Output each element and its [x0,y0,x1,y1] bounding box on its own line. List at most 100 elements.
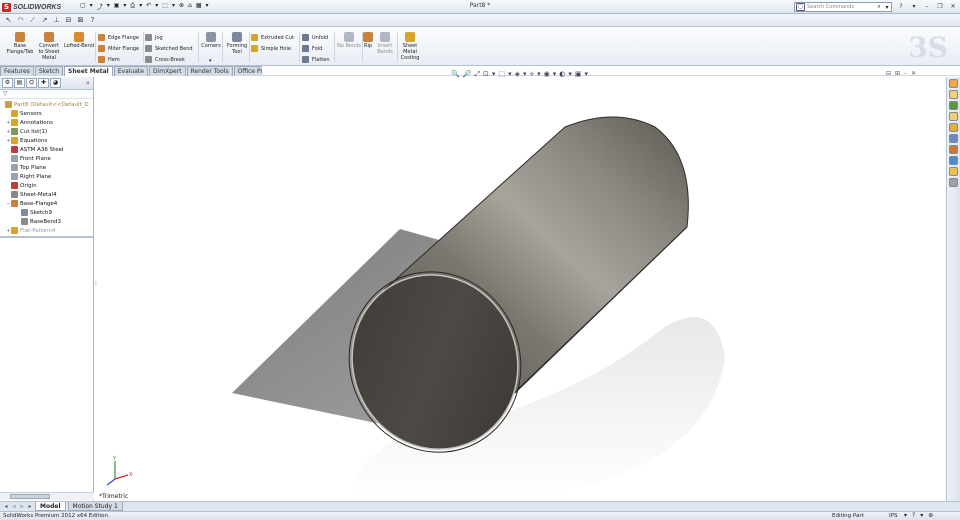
cmd-rip-button[interactable]: Rip [362,32,374,49]
heads-up-icon[interactable]: ▾ [568,70,572,80]
task-pane-icon[interactable] [949,156,958,165]
window-control-icon[interactable]: ❐ [935,2,945,11]
cmd-jog-button[interactable]: Jog [145,33,163,42]
tab-nav-icon[interactable]: ▸ [27,503,33,510]
heads-up-icon[interactable]: ▾ [537,70,541,80]
cmd-sheet-metal-costing-button[interactable]: Sheet Metal Costing [398,32,422,61]
tab-features[interactable]: Features [0,66,34,76]
task-pane-icon[interactable] [949,178,958,187]
tab-evaluate[interactable]: Evaluate [113,66,148,76]
tree-item[interactable]: − Base-Flange4 [0,199,93,208]
graphics-area[interactable]: Y X *Trimetric [95,77,946,501]
heads-up-icon[interactable]: ⤢ [474,70,480,80]
cmd-forming-tool-button[interactable]: Forming Tool [225,32,249,55]
window-control-icon[interactable]: – [922,2,932,11]
corners-dropdown-icon[interactable]: ▾ [209,56,212,65]
panel-tab-icon[interactable]: ⚙ [2,78,13,88]
toolbar-icon[interactable]: ◠ [16,16,25,24]
tree-item[interactable]: + Cut list(1) [0,127,93,136]
toolbar-icon[interactable]: ⟋ [28,16,37,25]
cmd-corners-button[interactable]: Corners [199,32,223,49]
tree-item[interactable]: Sensors [0,109,93,118]
tab-nav-icon[interactable]: ◃ [11,503,17,510]
search-scope-icon[interactable]: ▢ [796,3,805,11]
toolbar-icon[interactable]: ↗ [40,16,49,24]
heads-up-icon[interactable]: ◈ [515,70,520,80]
cmd-cross-break-button[interactable]: Cross-Break [145,55,185,64]
horizontal-scrollbar[interactable] [0,492,94,500]
scrollbar-thumb[interactable] [10,494,50,499]
cmd-sketched-bend-button[interactable]: Sketched Bend [145,44,193,53]
cmd-insert-bends-button[interactable]: Insert Bends [376,32,394,55]
tab-sheet-metal[interactable]: Sheet Metal [64,66,113,76]
tree-item[interactable]: Top Plane [0,163,93,172]
panel-collapse-handle[interactable]: ⁝ [95,280,99,290]
tree-item[interactable]: Origin [0,181,93,190]
viewport-control-icon[interactable]: – [904,70,907,77]
tree-item[interactable]: Part8 (Default<<Default_D [0,100,93,109]
cmd-convert-to-sheet-metal-button[interactable]: Convert to Sheet Metal [36,32,62,61]
cmd-edge-flange-button[interactable]: Edge Flange [98,33,139,42]
search-commands[interactable]: ▢ Search Commands ⌕ ▾ [794,2,892,12]
window-control-icon[interactable]: ▾ [909,2,919,11]
task-pane-icon[interactable] [949,145,958,154]
search-icon[interactable]: ⌕ [875,3,883,11]
toolbar-icon[interactable]: ⊠ [76,16,85,24]
panel-tab-icon[interactable]: ▤ [14,78,25,88]
viewport-control-icon[interactable]: ⊞ [895,70,900,77]
heads-up-icon[interactable]: ◐ [559,70,565,80]
bottom-tab-model[interactable]: Model [35,502,66,511]
heads-up-icon[interactable]: ◉ [544,70,550,80]
tree-item[interactable]: + Equations [0,136,93,145]
units-indicator[interactable]: IPS [889,513,897,519]
panel-tab-icon[interactable]: ✚ [38,78,49,88]
heads-up-icon[interactable]: ⟡ [529,70,534,80]
toolbar-icon[interactable]: ↖ [4,16,13,24]
heads-up-icon[interactable]: ▣ [575,70,582,80]
tree-item[interactable]: + Flat-Pattern4 [0,226,93,235]
status-icon[interactable]: ? [912,512,915,519]
cmd-simple-hole-button[interactable]: Simple Hole [251,44,291,53]
tree-item[interactable]: Sketch9 [0,208,93,217]
heads-up-icon[interactable]: ⊡ [483,70,489,80]
viewport-control-icon[interactable]: ✕ [911,70,916,77]
panel-tab-icon[interactable]: ⛭ [26,78,37,88]
cmd-no-bends-button[interactable]: No Bends [336,32,362,49]
viewport-control-icon[interactable]: ⊟ [886,70,891,77]
cmd-fold-button[interactable]: Fold [302,44,322,53]
tab-sketch[interactable]: Sketch [34,66,64,76]
panel-more-icon[interactable]: » [86,79,90,87]
task-pane-icon[interactable] [949,123,958,132]
toolbar-icon[interactable]: ⊟ [64,16,73,24]
task-pane-icon[interactable] [949,90,958,99]
heads-up-icon[interactable]: ▾ [492,70,496,80]
heads-up-icon[interactable]: ▾ [523,70,527,80]
toolbar-icon[interactable]: ? [88,16,97,24]
heads-up-icon[interactable]: 🔍 [451,70,460,80]
tab-dimxpert[interactable]: DimXpert [148,66,186,76]
cmd-flatten-button[interactable]: Flatten [302,55,330,64]
tree-item[interactable]: Right Plane [0,172,93,181]
status-icon[interactable]: ⊛ [928,512,933,519]
cmd-lofted-bend-button[interactable]: Lofted-Bend [63,32,95,49]
tree-item[interactable]: BaseBend3 [0,217,93,226]
heads-up-icon[interactable]: 🔎 [463,70,472,80]
tab-render-tools[interactable]: Render Tools [186,66,233,76]
cmd-extruded-cut-button[interactable]: Extruded Cut [251,33,294,42]
search-dropdown-icon[interactable]: ▾ [883,4,891,11]
task-pane-icon[interactable] [949,101,958,110]
filter-icon[interactable]: ▽ [0,90,93,99]
tab-nav-icon[interactable]: ◂ [3,503,9,510]
toolbar-icon[interactable]: ⊥ [52,16,61,24]
cmd-hem-button[interactable]: Hem [98,55,120,64]
window-control-icon[interactable]: ? [896,2,906,11]
panel-tab-icon[interactable]: ◕ [50,78,61,88]
cmd-miter-flange-button[interactable]: Miter Flange [98,44,139,53]
tree-item[interactable]: Sheet-Metal4 [0,190,93,199]
bottom-tab-motion-study-1[interactable]: Motion Study 1 [67,502,123,511]
tree-item[interactable]: Front Plane [0,154,93,163]
search-input[interactable]: Search Commands [807,4,875,10]
task-pane-icon[interactable] [949,167,958,176]
task-pane-icon[interactable] [949,112,958,121]
cmd-base-flange-tab-button[interactable]: Base Flange/Tab [6,32,34,55]
